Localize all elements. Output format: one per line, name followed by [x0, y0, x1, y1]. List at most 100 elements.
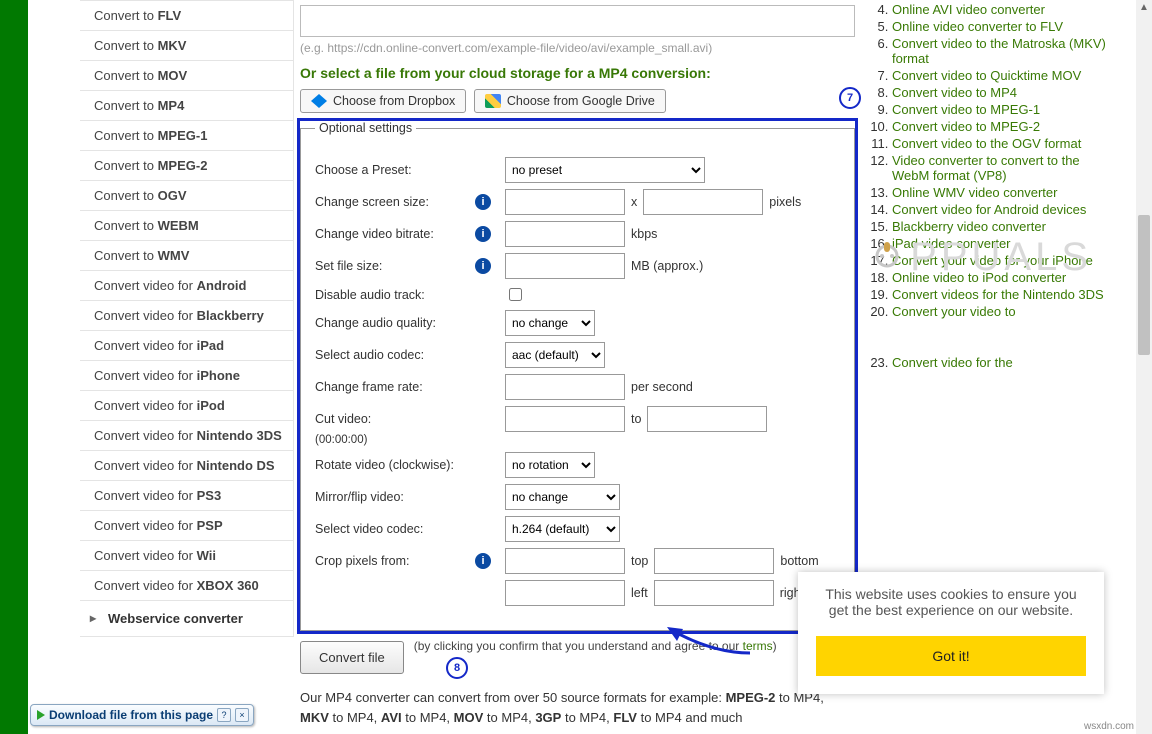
sidebar-item[interactable]: Convert to MP4 — [80, 90, 294, 120]
info-icon[interactable]: i — [475, 194, 491, 210]
download-file-bar[interactable]: Download file from this page ? × — [30, 704, 254, 726]
crop-left-input[interactable] — [505, 580, 625, 606]
dropbox-button[interactable]: Choose from Dropbox — [300, 89, 466, 113]
preset-select[interactable]: no preset — [505, 157, 705, 183]
info-icon[interactable]: i — [475, 553, 491, 569]
right-nav-item[interactable]: iPad video converter — [892, 236, 1116, 251]
right-nav-item[interactable]: Convert videos for the Nintendo 3DS — [892, 287, 1116, 302]
right-nav-item[interactable]: Online video to iPod converter — [892, 270, 1116, 285]
right-nav-item[interactable]: Convert video to MPEG-2 — [892, 119, 1116, 134]
download-bar-label: Download file from this page — [49, 708, 213, 722]
sidebar-item[interactable]: Convert video for PS3 — [80, 480, 294, 510]
screen-width-input[interactable] — [505, 189, 625, 215]
sidebar-item[interactable]: Convert to OGV — [80, 180, 294, 210]
sidebar-item[interactable]: Convert to MOV — [80, 60, 294, 90]
cut-from-input[interactable] — [505, 406, 625, 432]
right-nav-item[interactable]: Video converter to convert to the WebM f… — [892, 153, 1116, 183]
crop-top-input[interactable] — [505, 548, 625, 574]
video-codec-select[interactable]: h.264 (default) — [505, 516, 620, 542]
label-screen-size: Change screen size: — [315, 195, 475, 209]
label-bitrate: Change video bitrate: — [315, 227, 475, 241]
google-drive-icon — [485, 94, 501, 108]
sidebar-item[interactable]: Convert video for iPad — [80, 330, 294, 360]
url-input[interactable] — [300, 5, 855, 37]
sidebar-item[interactable]: Convert video for Nintendo 3DS — [80, 420, 294, 450]
label-audio-quality: Change audio quality: — [315, 316, 475, 330]
label-disable-audio: Disable audio track: — [315, 288, 475, 302]
unit-kbps: kbps — [631, 227, 657, 241]
dropbox-label: Choose from Dropbox — [333, 94, 455, 108]
crop-right-input[interactable] — [654, 580, 774, 606]
unit-pixels: pixels — [769, 195, 801, 209]
right-nav-item[interactable]: Online AVI video converter — [892, 2, 1116, 17]
optional-settings-legend: Optional settings — [315, 121, 416, 135]
info-icon[interactable]: i — [475, 226, 491, 242]
right-nav-item[interactable]: Convert video to MPEG-1 — [892, 102, 1116, 117]
right-nav-item[interactable]: Convert video to the OGV format — [892, 136, 1116, 151]
sidebar-item[interactable]: Convert to FLV — [80, 0, 294, 30]
url-hint: (e.g. https://cdn.online-convert.com/exa… — [300, 41, 855, 55]
page-scrollbar[interactable]: ▲ — [1136, 0, 1152, 734]
sidebar-item[interactable]: Convert video for Blackberry — [80, 300, 294, 330]
sidebar-item[interactable]: Convert video for iPod — [80, 390, 294, 420]
sidebar-item[interactable]: Convert to WEBM — [80, 210, 294, 240]
help-icon[interactable]: ? — [217, 708, 231, 722]
cloud-section-title: Or select a file from your cloud storage… — [300, 65, 855, 81]
right-nav-item[interactable]: Convert video for Android devices — [892, 202, 1116, 217]
green-side-stripe — [0, 0, 28, 734]
sidebar-item[interactable]: Convert to MPEG-1 — [80, 120, 294, 150]
info-icon[interactable]: i — [475, 258, 491, 274]
label-frame-rate: Change frame rate: — [315, 380, 475, 394]
sidebar-item[interactable]: Convert to WMV — [80, 240, 294, 270]
scrollbar-up-arrow[interactable]: ▲ — [1136, 2, 1152, 13]
cut-to-input[interactable] — [647, 406, 767, 432]
right-nav-item[interactable]: Online WMV video converter — [892, 185, 1116, 200]
convert-file-button[interactable]: Convert file — [300, 641, 404, 674]
label-mirror: Mirror/flip video: — [315, 490, 475, 504]
description-text: Our MP4 converter can convert from over … — [300, 688, 855, 727]
cookie-got-it-button[interactable]: Got it! — [816, 636, 1086, 676]
sidebar-item[interactable]: Convert video for Android — [80, 270, 294, 300]
scrollbar-thumb[interactable] — [1138, 215, 1150, 355]
sidebar-item[interactable]: Convert to MPEG-2 — [80, 150, 294, 180]
label-cut-hint: (00:00:00) — [315, 434, 475, 446]
mirror-select[interactable]: no change — [505, 484, 620, 510]
right-nav-item[interactable]: Convert your video for your iPhone — [892, 253, 1116, 268]
audio-quality-select[interactable]: no change — [505, 310, 595, 336]
right-nav-item[interactable]: Online video converter to FLV — [892, 19, 1116, 34]
right-nav-item[interactable]: Convert your video to — [892, 304, 1116, 319]
unit-mb: MB (approx.) — [631, 259, 703, 273]
frame-rate-input[interactable] — [505, 374, 625, 400]
sidebar-item[interactable]: Convert video for XBOX 360 — [80, 570, 294, 600]
arrow-annotation — [665, 625, 755, 655]
sidebar-item[interactable]: Convert video for Wii — [80, 540, 294, 570]
dropbox-icon — [311, 94, 327, 108]
sidebar-item[interactable]: Convert to MKV — [80, 30, 294, 60]
label-crop: Crop pixels from: — [315, 554, 475, 568]
close-icon[interactable]: × — [235, 708, 249, 722]
bitrate-input[interactable] — [505, 221, 625, 247]
disable-audio-checkbox[interactable] — [509, 288, 522, 301]
sidebar-item[interactable]: Convert video for iPhone — [80, 360, 294, 390]
label-filesize: Set file size: — [315, 259, 475, 273]
right-nav-item[interactable]: Convert video for the — [892, 355, 1116, 370]
filesize-input[interactable] — [505, 253, 625, 279]
screen-height-input[interactable] — [643, 189, 763, 215]
left-sidebar: Convert to FLVConvert to MKVConvert to M… — [80, 0, 294, 637]
label-audio-codec: Select audio codec: — [315, 348, 475, 362]
right-nav-item[interactable]: Convert video to MP4 — [892, 85, 1116, 100]
sidebar-item[interactable]: Convert video for Nintendo DS — [80, 450, 294, 480]
webservice-converter-header[interactable]: Webservice converter — [80, 600, 294, 637]
right-nav-item[interactable]: Convert video to the Matroska (MKV) form… — [892, 36, 1116, 66]
unit-left: left — [631, 586, 648, 600]
sidebar-item[interactable]: Convert video for PSP — [80, 510, 294, 540]
right-nav-item[interactable]: Blackberry video converter — [892, 219, 1116, 234]
audio-codec-select[interactable]: aac (default) — [505, 342, 605, 368]
unit-top: top — [631, 554, 648, 568]
google-drive-button[interactable]: Choose from Google Drive — [474, 89, 666, 113]
label-video-codec: Select video codec: — [315, 522, 475, 536]
right-nav-item[interactable]: Convert video to Quicktime MOV — [892, 68, 1116, 83]
crop-bottom-input[interactable] — [654, 548, 774, 574]
rotate-select[interactable]: no rotation — [505, 452, 595, 478]
x-separator: x — [631, 195, 637, 209]
